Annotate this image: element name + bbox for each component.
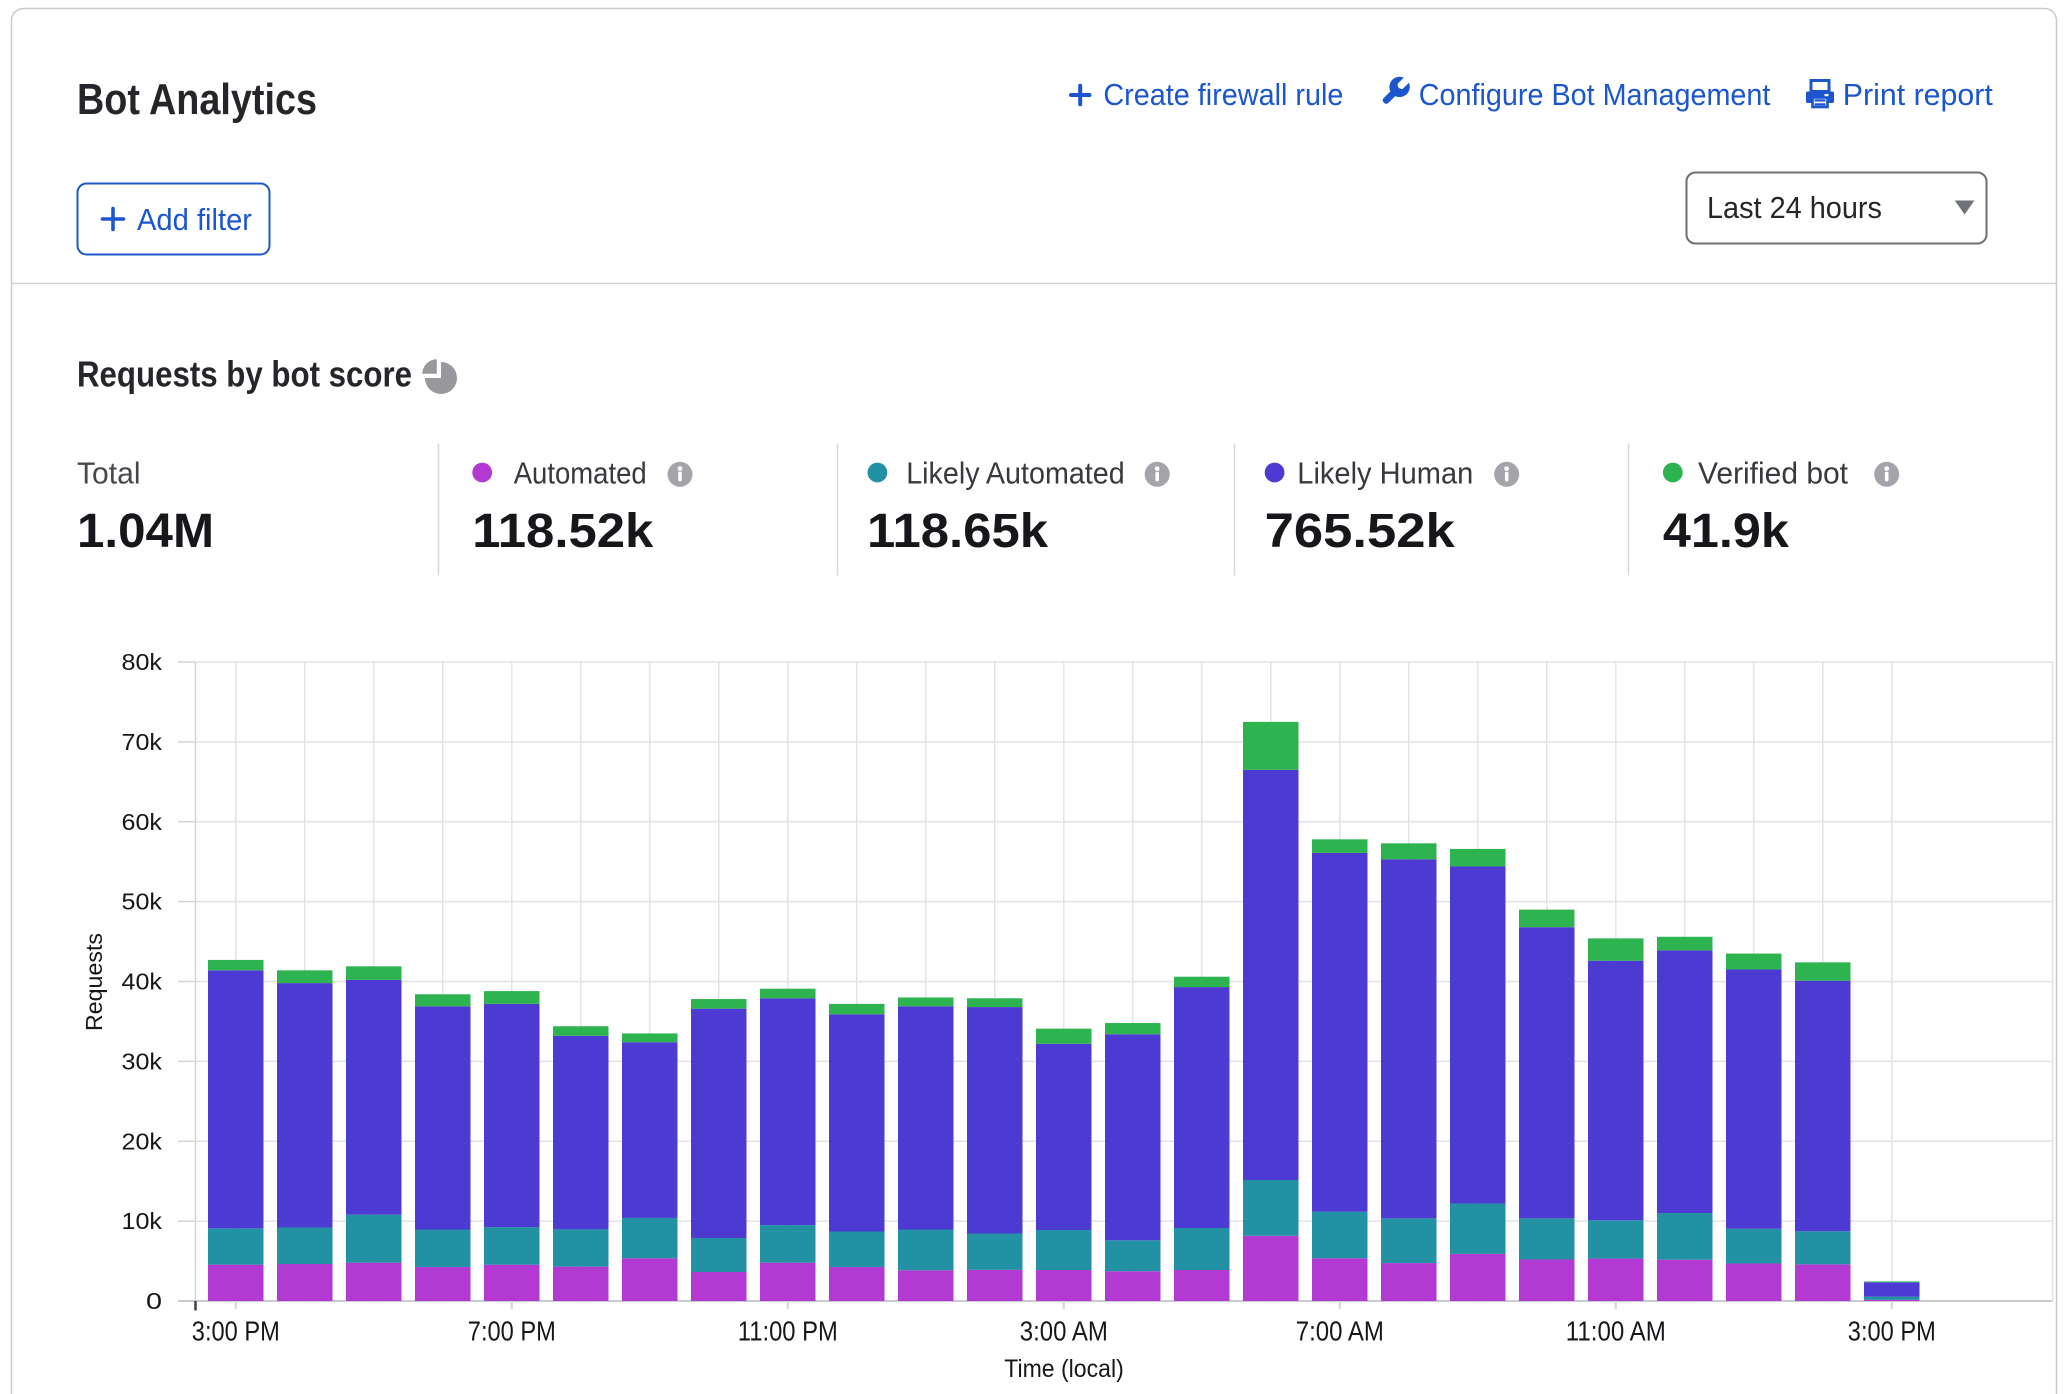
svg-text:80k: 80k [122, 649, 163, 675]
svg-text:10k: 10k [122, 1208, 163, 1234]
svg-text:Last 24 hours: Last 24 hours [1707, 190, 1882, 225]
svg-text:30k: 30k [122, 1048, 163, 1074]
svg-text:Verified bot: Verified bot [1698, 456, 1848, 491]
svg-text:3:00 PM: 3:00 PM [192, 1316, 280, 1347]
svg-text:41.9k: 41.9k [1663, 505, 1789, 558]
svg-text:Time (local): Time (local) [1004, 1355, 1124, 1383]
svg-text:7:00 PM: 7:00 PM [468, 1316, 556, 1347]
svg-text:70k: 70k [122, 729, 163, 755]
svg-text:60k: 60k [122, 809, 163, 835]
svg-text:Create firewall rule: Create firewall rule [1103, 77, 1343, 112]
svg-text:Automated: Automated [514, 456, 647, 491]
svg-text:765.52k: 765.52k [1265, 505, 1455, 558]
svg-text:11:00 PM: 11:00 PM [738, 1316, 838, 1347]
svg-text:Add filter: Add filter [137, 202, 252, 237]
svg-text:1.04M: 1.04M [77, 505, 214, 558]
svg-text:118.52k: 118.52k [472, 505, 653, 558]
svg-text:Print report: Print report [1843, 77, 1993, 112]
svg-text:0: 0 [146, 1288, 162, 1314]
svg-text:Configure Bot Management: Configure Bot Management [1419, 77, 1771, 112]
svg-text:40k: 40k [122, 969, 163, 995]
svg-text:3:00 PM: 3:00 PM [1848, 1316, 1936, 1347]
svg-text:Total: Total [77, 456, 141, 491]
svg-text:50k: 50k [122, 889, 163, 915]
svg-text:11:00 AM: 11:00 AM [1566, 1316, 1666, 1347]
svg-text:Requests: Requests [81, 933, 107, 1031]
svg-text:Bot Analytics: Bot Analytics [77, 75, 317, 124]
svg-text:Likely Human: Likely Human [1297, 456, 1473, 491]
svg-text:118.65k: 118.65k [867, 505, 1048, 558]
svg-text:Likely Automated: Likely Automated [906, 456, 1124, 491]
svg-text:3:00 AM: 3:00 AM [1020, 1316, 1108, 1347]
svg-text:7:00 AM: 7:00 AM [1296, 1316, 1384, 1347]
svg-text:Requests by bot score: Requests by bot score [77, 354, 412, 395]
svg-text:20k: 20k [122, 1128, 163, 1154]
